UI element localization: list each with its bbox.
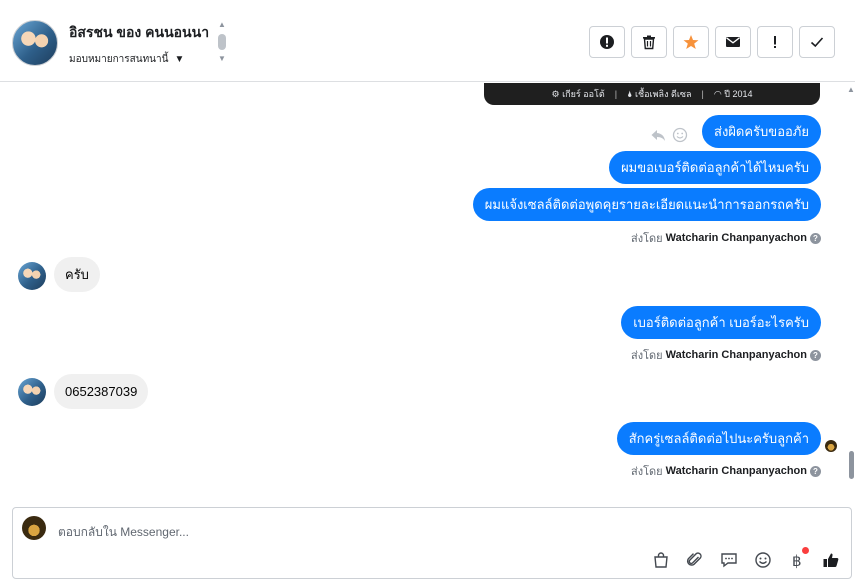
reply-input[interactable]: ตอบกลับใน Messenger... [58, 523, 189, 542]
divider: | [614, 89, 618, 99]
svg-text:฿: ฿ [792, 553, 802, 569]
page-avatar [22, 516, 46, 540]
sent-by-name[interactable]: Watcharin Chanpanyachon [666, 232, 807, 244]
notification-badge [802, 547, 809, 554]
reply-icon[interactable] [650, 127, 666, 143]
delete-button[interactable] [631, 26, 667, 58]
emoji-icon [755, 552, 771, 568]
spam-icon [600, 35, 614, 49]
contact-name[interactable]: อิสรชน ของ คนนอนนา [69, 22, 209, 44]
done-icon [810, 37, 824, 48]
thread-scrollbar[interactable]: ▲ [847, 83, 855, 503]
incoming-message[interactable]: ครับ [54, 257, 100, 292]
payment-button[interactable]: ฿ [787, 547, 809, 570]
card-year: ◠ ปี 2014 [713, 89, 753, 99]
outgoing-message[interactable]: ผมขอเบอร์ติดต่อลูกค้าได้ไหมครับ [609, 151, 821, 184]
contact-avatar[interactable] [18, 262, 46, 290]
shopping-bag-icon [654, 552, 668, 568]
emoji-button[interactable] [753, 550, 773, 570]
trash-icon [643, 35, 655, 50]
sent-by-name[interactable]: Watcharin Chanpanyachon [666, 465, 807, 477]
conversation-actions [589, 26, 835, 58]
scroll-up-icon[interactable]: ▲ [847, 85, 855, 94]
scroll-up-icon[interactable]: ▲ [218, 20, 226, 29]
scroll-thumb[interactable] [218, 34, 226, 50]
contact-avatar[interactable] [12, 20, 58, 66]
header-scrollbar[interactable]: ▲ ▼ [216, 20, 228, 66]
mark-unread-button[interactable] [715, 26, 751, 58]
seen-indicator-avatar [825, 440, 837, 452]
assign-conversation-dropdown[interactable]: มอบหมายการสนทนานี้ ▼ [69, 52, 184, 67]
sent-by-label: ส่งโดย Watcharin Chanpanyachon ? [631, 462, 821, 480]
help-icon[interactable]: ? [810, 232, 821, 244]
outgoing-message[interactable]: ส่งผิดครับขออภัย [702, 115, 821, 148]
shop-button[interactable] [651, 550, 671, 570]
composer-toolbar: ฿ [651, 547, 841, 570]
like-button[interactable] [821, 550, 841, 570]
divider: | [701, 89, 704, 99]
mark-spam-button[interactable] [589, 26, 625, 58]
outgoing-message[interactable]: ผมแจ้งเซลล์ติดต่อพูดคุยรายละเอียดแนะนำกา… [472, 188, 821, 221]
conversation-header: อิสรชน ของ คนนอนนา มอบหมายการสนทนานี้ ▼ … [0, 0, 855, 82]
help-icon[interactable]: ? [810, 465, 821, 477]
card-gear: ⚙ เกียร์ ออโต้ [551, 89, 605, 99]
sent-by-name[interactable]: Watcharin Chanpanyachon [666, 349, 807, 361]
outgoing-message[interactable]: สักครู่เซลล์ติดต่อไปนะครับลูกค้า [616, 422, 821, 455]
caret-down-icon: ▼ [174, 54, 185, 65]
reply-composer[interactable]: ตอบกลับใน Messenger... ฿ [12, 507, 852, 579]
outgoing-message[interactable]: เบอร์ติดต่อลูกค้า เบอร์อะไรครับ [621, 306, 821, 339]
scroll-thumb[interactable] [849, 451, 854, 479]
attach-button[interactable] [685, 550, 705, 570]
sent-by-prefix: ส่งโดย [631, 466, 663, 478]
saved-reply-icon [721, 553, 737, 568]
sent-by-label: ส่งโดย Watcharin Chanpanyachon ? [631, 346, 821, 364]
star-button[interactable] [673, 26, 709, 58]
react-emoji-icon[interactable] [672, 127, 688, 143]
sent-by-prefix: ส่งโดย [631, 233, 663, 245]
thumbs-up-icon [823, 553, 839, 567]
mark-done-button[interactable] [799, 26, 835, 58]
message-thread[interactable]: ⚙ เกียร์ ออโต้ | 🌢 เชื้อเพลิง ดีเซล | ◠ … [0, 83, 855, 503]
message-hover-actions [650, 127, 688, 143]
scroll-down-icon[interactable]: ▼ [218, 54, 226, 63]
follow-up-button[interactable] [757, 26, 793, 58]
mail-icon [726, 37, 740, 47]
shared-car-card[interactable]: ⚙ เกียร์ ออโต้ | 🌢 เชื้อเพลิง ดีเซล | ◠ … [484, 83, 820, 105]
saved-replies-button[interactable] [719, 550, 739, 570]
paperclip-icon [686, 552, 702, 566]
contact-avatar[interactable] [18, 378, 46, 406]
card-fuel: 🌢 เชื้อเพลิง ดีเซล [627, 89, 692, 99]
sent-by-label: ส่งโดย Watcharin Chanpanyachon ? [631, 229, 821, 247]
assign-label: มอบหมายการสนทนานี้ [69, 54, 169, 65]
incoming-message[interactable]: 0652387039 [54, 374, 149, 409]
sent-by-prefix: ส่งโดย [631, 350, 663, 362]
help-icon[interactable]: ? [810, 349, 821, 361]
star-icon [683, 35, 699, 49]
follow-up-icon [774, 36, 776, 48]
